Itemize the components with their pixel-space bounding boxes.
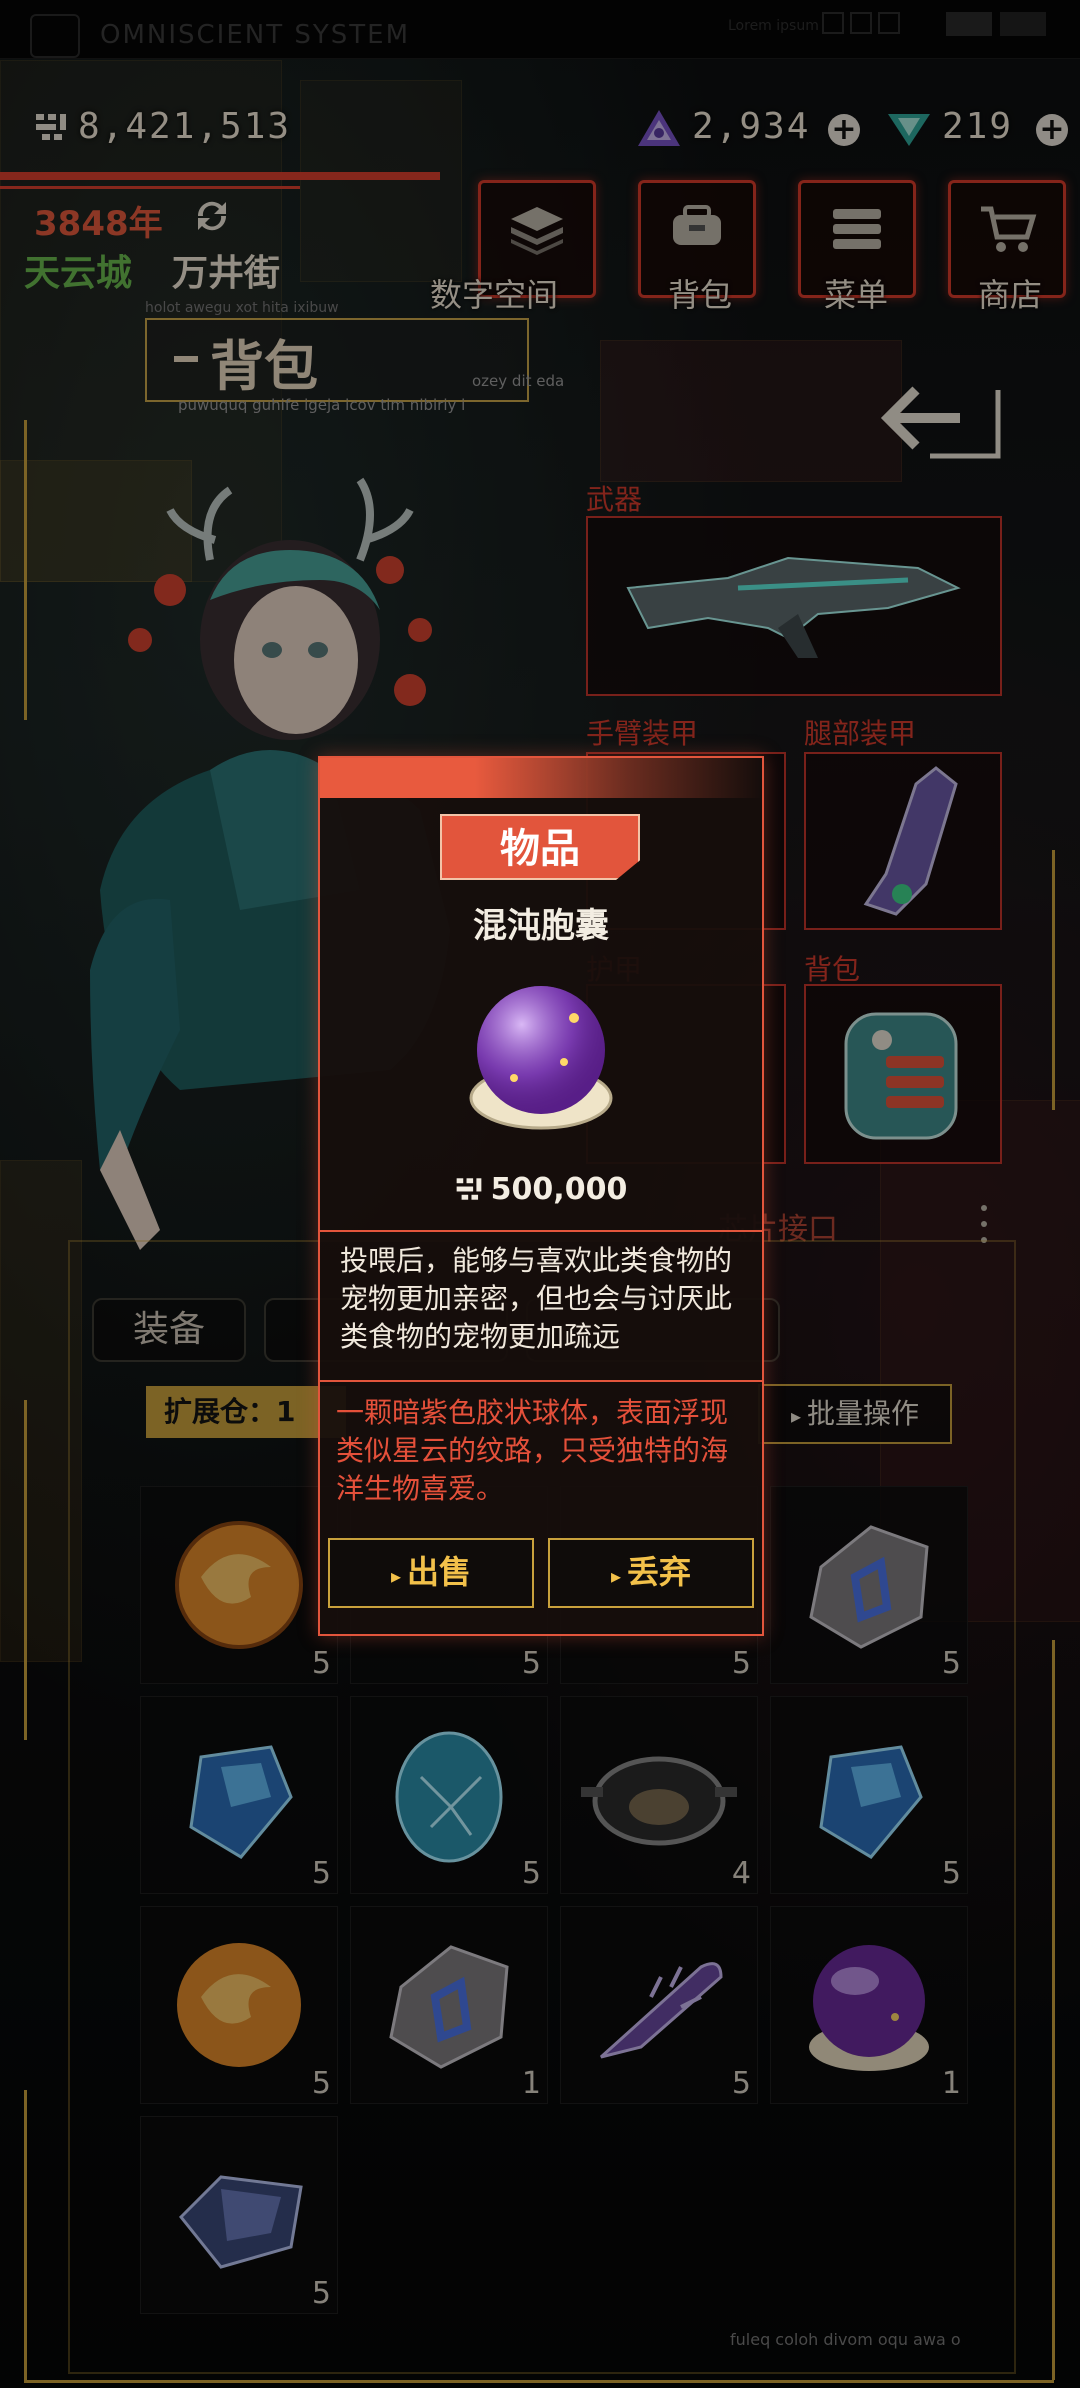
item-lore-description: 一颗暗紫色胶状球体，表面浮现类似星云的纹路，只受独特的海洋生物喜爱。 bbox=[336, 1396, 729, 1505]
divider bbox=[320, 1230, 762, 1232]
popup-header-bar bbox=[320, 758, 762, 798]
item-price: 500,000 bbox=[320, 1172, 762, 1207]
sell-label: 出售 bbox=[407, 1553, 472, 1591]
money-icon bbox=[456, 1178, 482, 1200]
item-detail-popup: 物品 混沌胞囊 500,000 投喂后，能够与喜欢此类食物的宠物更加亲密，但也会… bbox=[318, 756, 764, 1636]
item-effect-description: 投喂后，能够与喜欢此类食物的宠物更加亲密，但也会与讨厌此类食物的宠物更加疏远 bbox=[340, 1244, 733, 1353]
purple-orb-icon bbox=[469, 986, 613, 1130]
item-price-value: 500,000 bbox=[490, 1172, 628, 1207]
item-name: 混沌胞囊 bbox=[473, 906, 609, 946]
item-category-tag: 物品 bbox=[440, 814, 640, 880]
footer-caption: fuleq coloh divom oqu awa o bbox=[730, 2330, 961, 2349]
sell-button[interactable]: ▸ 出售 bbox=[328, 1538, 534, 1608]
divider bbox=[320, 1380, 762, 1382]
discard-button[interactable]: ▸ 丢弃 bbox=[548, 1538, 754, 1608]
discard-label: 丢弃 bbox=[627, 1553, 692, 1591]
